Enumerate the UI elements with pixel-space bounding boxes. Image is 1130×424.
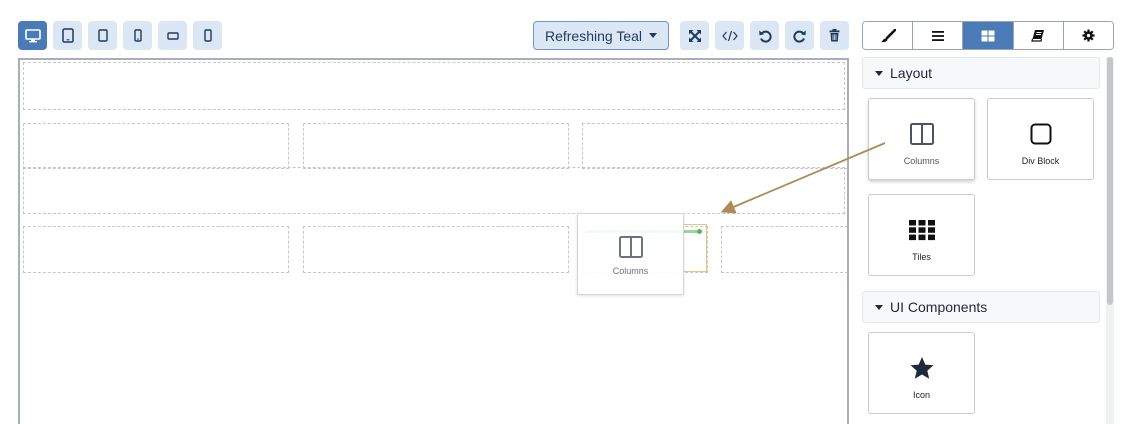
block-icon[interactable]: Icon <box>868 332 975 414</box>
device-desktop-button[interactable] <box>18 21 47 50</box>
drag-ghost-label: Columns <box>612 266 649 276</box>
fullscreen-button[interactable] <box>680 21 709 50</box>
block-columns[interactable]: Columns <box>868 98 975 180</box>
blocks-panel: Layout Columns Div Block Tiles UI Compon… <box>862 57 1100 424</box>
editor-root: Refreshing Teal Columns Layout Columns D… <box>0 0 1130 424</box>
drag-ghost: Columns <box>577 213 684 295</box>
columns-icon <box>909 123 934 145</box>
theme-select[interactable]: Refreshing Teal <box>533 21 669 50</box>
section-ui-components-header[interactable]: UI Components <box>862 291 1100 323</box>
block-label: Columns <box>903 156 940 166</box>
device-mobile-small-button[interactable] <box>193 21 222 50</box>
canvas-cell[interactable] <box>303 226 569 273</box>
section-layout-header[interactable]: Layout <box>862 57 1100 89</box>
section-title: Layout <box>890 65 933 81</box>
canvas-cell[interactable] <box>23 123 289 169</box>
bars-icon <box>931 30 944 41</box>
code-icon <box>721 30 738 41</box>
canvas-row[interactable] <box>23 122 847 169</box>
mobile-small-icon <box>203 29 212 42</box>
block-label: Tiles <box>912 252 931 262</box>
block-label: Div Block <box>1021 156 1060 166</box>
tiles-icon <box>908 220 935 241</box>
star-icon <box>910 357 933 379</box>
paint-brush-icon <box>880 28 896 42</box>
redo-button[interactable] <box>785 21 814 50</box>
device-tablet-small-button[interactable] <box>88 21 117 50</box>
theme-select-value: Refreshing Teal <box>544 27 643 44</box>
caret-down-icon <box>875 70 883 76</box>
undo-button[interactable] <box>750 21 779 50</box>
device-mobile-button[interactable] <box>123 21 152 50</box>
block-div[interactable]: Div Block <box>987 98 1094 180</box>
tablet-small-icon <box>97 29 108 42</box>
undo-icon <box>758 30 772 43</box>
panel-tabs <box>862 21 1114 50</box>
block-label: Icon <box>912 390 930 400</box>
grid-icon <box>981 30 995 41</box>
expand-icon <box>688 29 701 42</box>
section-title: UI Components <box>890 299 988 315</box>
canvas-section[interactable] <box>23 62 845 110</box>
code-view-button[interactable] <box>715 21 744 50</box>
desktop-icon <box>24 28 41 42</box>
gear-icon <box>1082 29 1095 42</box>
device-tablet-button[interactable] <box>53 21 82 50</box>
tab-blocks[interactable] <box>963 22 1014 49</box>
block-tiles[interactable]: Tiles <box>868 194 975 276</box>
trash-icon <box>829 29 840 42</box>
square-icon <box>1030 123 1051 145</box>
tab-settings[interactable] <box>1063 22 1113 49</box>
caret-down-icon <box>875 304 883 310</box>
caret-down-icon <box>649 33 658 38</box>
tablet-icon <box>61 28 74 43</box>
canvas-cell[interactable] <box>23 226 289 273</box>
drop-placeholder-handle <box>697 229 702 234</box>
tab-style-manager[interactable] <box>863 22 914 49</box>
canvas-cell[interactable] <box>721 226 847 273</box>
mobile-icon <box>133 29 142 42</box>
book-icon <box>1031 30 1045 42</box>
tab-layer-manager[interactable] <box>913 22 964 49</box>
device-mobile-landscape-button[interactable] <box>158 21 187 50</box>
columns-icon <box>618 236 643 258</box>
panel-scrollbar-thumb[interactable] <box>1107 57 1113 305</box>
canvas-row[interactable] <box>23 225 847 273</box>
editor-canvas[interactable] <box>18 58 849 424</box>
canvas-section[interactable] <box>23 167 845 214</box>
delete-button[interactable] <box>820 21 849 50</box>
redo-icon <box>792 30 806 43</box>
mobile-landscape-icon <box>166 31 179 40</box>
canvas-cell[interactable] <box>303 123 569 169</box>
canvas-cell[interactable] <box>582 123 847 169</box>
tab-pages[interactable] <box>1013 22 1064 49</box>
